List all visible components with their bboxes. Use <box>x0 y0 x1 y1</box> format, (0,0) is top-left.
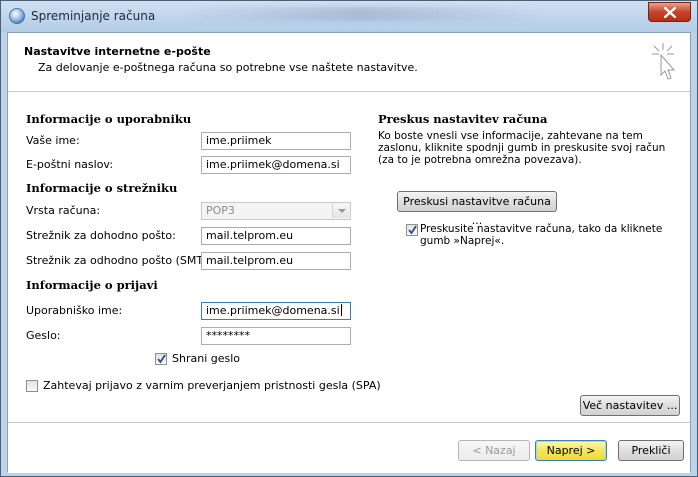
window-title: Spreminjanje računa <box>31 9 156 23</box>
email-input[interactable]: ime.priimek@domena.si <box>201 156 351 174</box>
account-type-value: POP3 <box>206 204 235 217</box>
username-input[interactable]: ime.priimek@domena.si <box>201 302 351 320</box>
server-info-section-title: Informacije o strežniku <box>26 181 178 195</box>
dialog-window: Spreminjanje računa Nastavitve internetn… <box>0 0 698 477</box>
wizard-footer: < Nazaj Naprej > Prekliči <box>8 422 690 473</box>
back-button[interactable]: < Nazaj <box>458 440 530 461</box>
account-type-select: POP3 <box>201 202 351 220</box>
outlook-app-icon <box>9 8 25 24</box>
email-label: E-poštni naslov: <box>26 158 114 171</box>
cancel-button[interactable]: Prekliči <box>618 440 684 461</box>
remember-password-label[interactable]: Shrani geslo <box>172 352 240 365</box>
name-input[interactable]: ime.priimek <box>201 132 351 150</box>
wizard-header: Nastavitve internetne e-pošte Za delovan… <box>8 33 690 92</box>
login-info-section-title: Informacije o prijavi <box>26 278 158 292</box>
account-type-label: Vrsta računa: <box>26 204 101 217</box>
username-label: Uporabniško ime: <box>26 304 123 317</box>
spa-checkbox[interactable] <box>26 380 38 392</box>
header-subtitle: Za delovanje e-poštnega računa so potreb… <box>38 61 418 74</box>
test-settings-section-title: Preskus nastavitev računa <box>378 112 548 126</box>
dialog-body: Nastavitve internetne e-pošte Za delovan… <box>7 32 691 473</box>
test-settings-description: Ko boste vnesli vse informacije, zahteva… <box>378 130 666 166</box>
chevron-down-icon <box>332 204 349 218</box>
text-caret <box>340 304 342 316</box>
cursor-click-icon <box>652 43 676 80</box>
test-account-settings-button[interactable]: Preskusi nastavitve računa ... <box>397 191 557 227</box>
title-bar-background <box>181 7 541 21</box>
settings-form: Informacije o uporabniku Vaše ime: ime.p… <box>8 92 690 422</box>
incoming-server-label: Strežnik za dohodno pošto: <box>26 229 176 242</box>
title-bar[interactable]: Spreminjanje računa <box>1 1 697 32</box>
close-icon <box>664 7 676 18</box>
incoming-server-input[interactable]: mail.telprom.eu <box>201 227 351 245</box>
outgoing-server-input[interactable]: mail.telprom.eu <box>201 252 351 270</box>
more-settings-button[interactable]: Več nastavitev ... <box>580 395 680 416</box>
header-title: Nastavitve internetne e-pošte <box>24 45 211 58</box>
checkmark-icon <box>157 354 166 364</box>
auto-test-checkbox[interactable] <box>406 224 418 236</box>
password-label: Geslo: <box>26 329 61 342</box>
close-button[interactable] <box>648 2 691 22</box>
user-info-section-title: Informacije o uporabniku <box>26 112 192 126</box>
next-button[interactable]: Naprej > <box>535 440 607 461</box>
spa-label[interactable]: Zahtevaj prijavo z varnim preverjanjem p… <box>43 379 381 392</box>
outgoing-server-label: Strežnik za odhodno pošto (SMTP): <box>26 254 218 267</box>
checkmark-icon <box>408 225 417 235</box>
password-input[interactable]: ******** <box>201 327 351 345</box>
name-label: Vaše ime: <box>26 134 80 147</box>
remember-password-checkbox[interactable] <box>155 353 167 365</box>
username-value: ime.priimek@domena.si <box>206 304 340 317</box>
auto-test-label[interactable]: Preskusite nastavitve računa, tako da kl… <box>420 223 670 247</box>
